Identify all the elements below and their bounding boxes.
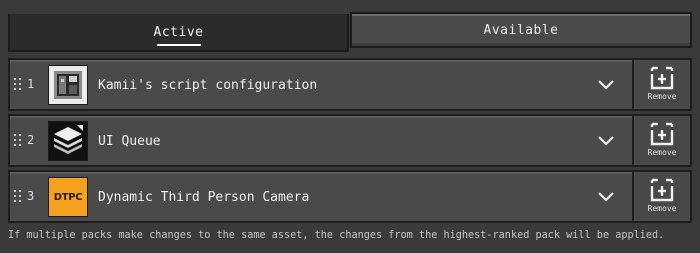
tab-bar: Active Available [8,12,692,52]
chevron-down-icon[interactable] [595,76,617,94]
dtpc-icon-text: DTPC [53,191,83,203]
script-config-icon [48,65,88,105]
dtpc-icon: DTPC [48,177,88,217]
remove-button[interactable]: Remove [632,172,690,221]
pack-row[interactable]: 2 UI Queue Remove [8,114,692,167]
remove-label: Remove [647,204,677,213]
remove-label: Remove [647,148,677,157]
pack-rank: 2 [27,133,35,147]
remove-label: Remove [647,92,677,101]
pack-name: Kamii's script configuration [98,78,318,93]
pack-row[interactable]: 3 DTPC Dynamic Third Person Camera Remov… [8,170,692,223]
footer-note: If multiple packs make changes to the sa… [8,230,665,241]
pack-name: Dynamic Third Person Camera [98,190,310,205]
remove-icon [650,66,674,90]
pack-row[interactable]: 1 Kamii's script configuration Remove [8,58,692,111]
remove-icon [650,178,674,202]
remove-icon [650,122,674,146]
pack-rank: 1 [27,77,35,91]
tab-active-label: Active [153,24,204,40]
chevron-down-icon[interactable] [595,188,617,206]
pack-rank: 3 [27,189,35,203]
remove-button[interactable]: Remove [632,116,690,165]
tab-available[interactable]: Available [350,12,692,48]
tab-active-underline [156,44,201,46]
chevron-down-icon[interactable] [595,132,617,150]
active-pack-list: 1 Kamii's script configuration Remove 2 … [8,58,692,226]
pack-name: UI Queue [98,134,161,149]
ui-queue-icon [48,121,88,161]
tab-available-label: Available [483,22,559,38]
tab-active[interactable]: Active [8,14,349,52]
remove-button[interactable]: Remove [632,60,690,109]
